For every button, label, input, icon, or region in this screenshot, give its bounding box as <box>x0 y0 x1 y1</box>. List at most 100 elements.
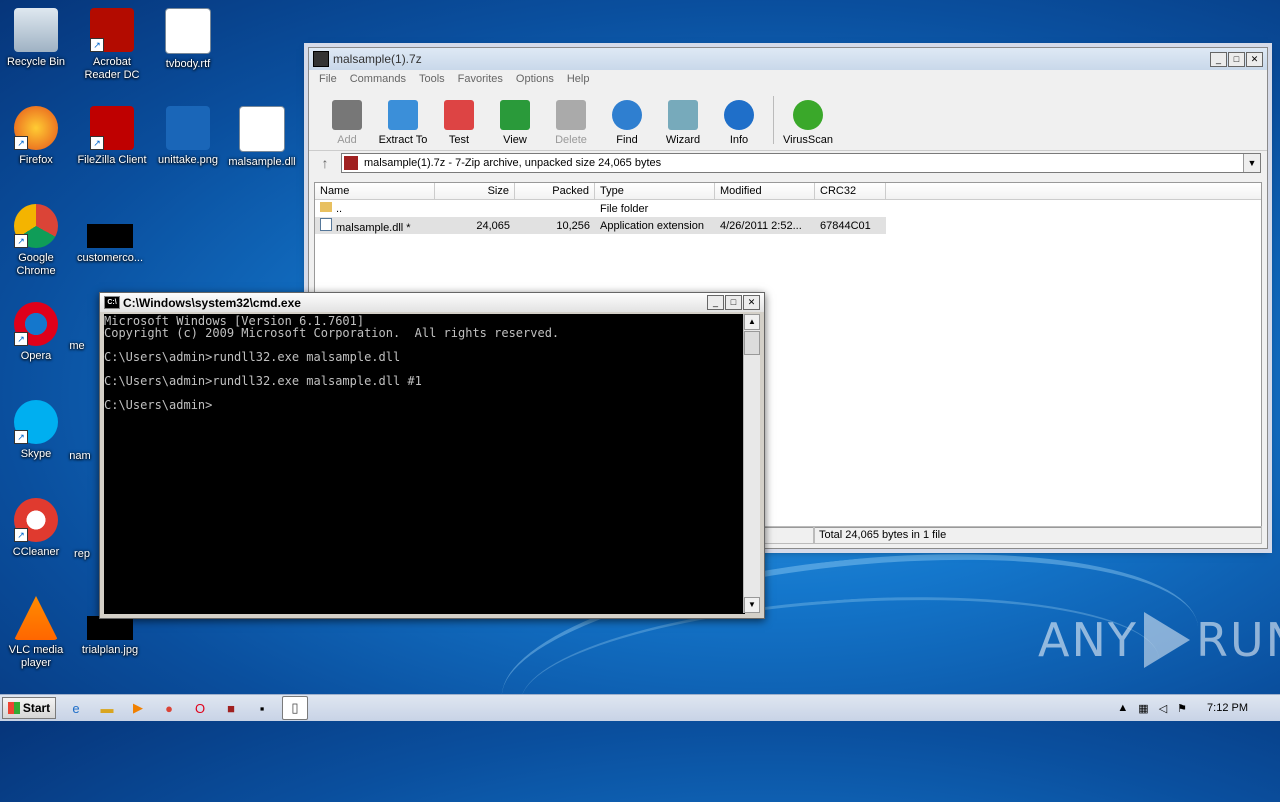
skype-icon: ↗ <box>14 400 58 444</box>
menu-commands[interactable]: Commands <box>350 73 406 85</box>
extract-to-button[interactable]: Extract To <box>375 100 431 146</box>
desktop-icon-customerco[interactable]: customerco... <box>72 210 148 265</box>
console-prompt: C:\Users\admin> <box>104 398 213 412</box>
column-type[interactable]: Type <box>595 183 715 199</box>
find-icon <box>612 100 642 130</box>
find-button[interactable]: Find <box>599 100 655 146</box>
list-header: Name Size Packed Type Modified CRC32 <box>315 183 1261 200</box>
desktop-icon-firefox[interactable]: ↗ Firefox <box>0 106 74 167</box>
view-icon <box>500 100 530 130</box>
up-arrow-icon[interactable]: ↑ <box>315 153 335 173</box>
vlc-icon <box>14 596 58 640</box>
desktop-icon-tvbody[interactable]: tvbody.rtf <box>150 8 226 71</box>
desktop-icon-acrobat[interactable]: ↗ Acrobat Reader DC <box>74 8 150 82</box>
desktop-icon-vlc[interactable]: VLC media player <box>0 596 74 670</box>
menu-file[interactable]: File <box>319 73 337 85</box>
show-hidden-icons-icon[interactable]: ▲ <box>1117 702 1128 714</box>
virusscan-button[interactable]: VirusScan <box>780 100 836 146</box>
menu-help[interactable]: Help <box>567 73 590 85</box>
cmd-titlebar[interactable]: C:\ C:\Windows\system32\cmd.exe <box>100 293 764 312</box>
sevenzip-titlebar[interactable]: malsample(1).7z <box>309 48 1267 70</box>
console-output[interactable]: Microsoft Windows [Version 6.1.7601] Cop… <box>104 314 745 614</box>
desktop-icon-malsample[interactable]: malsample.dll <box>224 106 300 169</box>
address-bar: ↑ malsample(1).7z - 7-Zip archive, unpac… <box>309 151 1267 175</box>
close-button[interactable]: ✕ <box>1246 52 1263 67</box>
network-icon[interactable]: ▦ <box>1138 702 1148 715</box>
desktop-icon-filezilla[interactable]: ↗ FileZilla Client <box>74 106 150 167</box>
minimize-button[interactable]: _ <box>707 295 724 310</box>
scroll-thumb[interactable] <box>744 331 760 355</box>
test-button[interactable]: Test <box>431 100 487 146</box>
volume-icon[interactable]: ◁ <box>1159 702 1167 715</box>
scroll-down-icon[interactable]: ▼ <box>744 597 760 613</box>
media-player-icon[interactable]: ▶ <box>127 697 149 719</box>
desktop-icon-me[interactable]: me <box>52 340 102 353</box>
view-button[interactable]: View <box>487 100 543 146</box>
chevron-down-icon[interactable]: ▼ <box>1243 154 1260 172</box>
desktop-icon-chrome[interactable]: ↗ Google Chrome <box>0 204 74 278</box>
ie-icon[interactable]: e <box>65 697 87 719</box>
anyrun-watermark: ANY RUN <box>1038 612 1280 668</box>
delete-button[interactable]: Delete <box>543 100 599 146</box>
maximize-button[interactable]: □ <box>725 295 742 310</box>
column-modified[interactable]: Modified <box>715 183 815 199</box>
console-line: C:\Users\admin>rundll32.exe malsample.dl… <box>104 374 422 388</box>
folder-icon <box>320 202 332 212</box>
desktop-icon-nam[interactable]: nam <box>60 450 100 463</box>
acrobat-icon: ↗ <box>90 8 134 52</box>
document-taskbar-icon[interactable]: ▯ <box>282 696 308 720</box>
column-size[interactable]: Size <box>435 183 515 199</box>
explorer-icon[interactable]: ▬ <box>96 697 118 719</box>
opera-icon[interactable]: O <box>189 697 211 719</box>
address-text: malsample(1).7z - 7-Zip archive, unpacke… <box>364 157 662 169</box>
file-thumbnail-icon <box>87 616 133 640</box>
wizard-icon <box>668 100 698 130</box>
minimize-button[interactable]: _ <box>1210 52 1227 67</box>
add-button[interactable]: Add <box>319 100 375 146</box>
list-item[interactable]: malsample.dll * 24,065 10,256 Applicatio… <box>315 217 886 234</box>
menu-options[interactable]: Options <box>516 73 554 85</box>
dll-file-icon <box>239 106 285 152</box>
close-button[interactable]: ✕ <box>743 295 760 310</box>
word-document-icon <box>165 8 211 54</box>
system-tray: ▲ ▦ ◁ ⚑ 7:12 PM <box>1117 695 1280 721</box>
address-field[interactable]: malsample(1).7z - 7-Zip archive, unpacke… <box>341 153 1261 173</box>
menu-tools[interactable]: Tools <box>419 73 445 85</box>
info-button[interactable]: Info <box>711 100 767 146</box>
desktop-icon-recycle-bin[interactable]: Recycle Bin <box>0 8 74 69</box>
desktop-icon-opera[interactable]: ↗ Opera <box>0 302 74 363</box>
cmd-scrollbar[interactable]: ▲ ▼ <box>743 314 760 613</box>
add-icon <box>332 100 362 130</box>
taskbar: Start e ▬ ▶ ● O ■ ▪ ▯ ▲ ▦ ◁ ⚑ 7:12 PM <box>0 694 1280 721</box>
ccleaner-icon: ↗ <box>14 498 58 542</box>
list-item[interactable]: .. File folder <box>315 200 1261 217</box>
column-name[interactable]: Name <box>315 183 435 199</box>
firefox-icon: ↗ <box>14 106 58 150</box>
desktop-icon-unittake[interactable]: unittake.png <box>150 106 226 167</box>
image-file-icon <box>166 106 210 150</box>
column-crc32[interactable]: CRC32 <box>815 183 886 199</box>
scroll-up-icon[interactable]: ▲ <box>744 314 760 330</box>
desktop-icon-rep[interactable]: rep <box>62 548 102 561</box>
cmd-app-icon: C:\ <box>104 296 120 309</box>
toolbar-separator <box>773 96 774 144</box>
info-icon <box>724 100 754 130</box>
play-icon <box>1143 612 1190 668</box>
dll-file-icon <box>320 217 332 231</box>
start-button[interactable]: Start <box>2 697 56 719</box>
menu-favorites[interactable]: Favorites <box>458 73 503 85</box>
row-name: malsample.dll * <box>315 217 435 234</box>
delete-icon <box>556 100 586 130</box>
action-center-flag-icon[interactable]: ⚑ <box>1177 702 1187 715</box>
column-packed[interactable]: Packed <box>515 183 595 199</box>
cmd-window[interactable]: C:\ C:\Windows\system32\cmd.exe _ □ ✕ Mi… <box>99 292 765 619</box>
cmd-taskbar-icon[interactable]: ▪ <box>251 697 273 719</box>
maximize-button[interactable]: □ <box>1228 52 1245 67</box>
row-name: .. <box>315 202 435 215</box>
chrome-icon[interactable]: ● <box>158 697 180 719</box>
sevenzip-app-icon <box>313 51 329 67</box>
clock[interactable]: 7:12 PM <box>1207 702 1248 714</box>
sevenzip-taskbar-icon[interactable]: ■ <box>220 697 242 719</box>
wizard-button[interactable]: Wizard <box>655 100 711 146</box>
file-thumbnail-icon <box>87 224 133 248</box>
